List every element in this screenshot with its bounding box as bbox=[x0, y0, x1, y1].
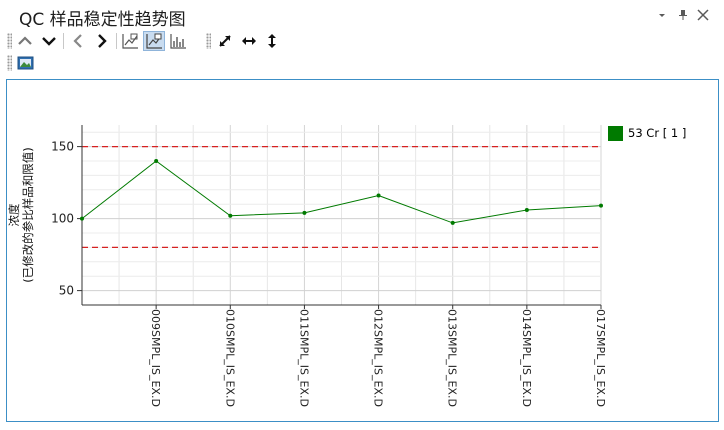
x-tick-label: 011SMPL_IS_EX.D bbox=[297, 309, 310, 407]
trend-chart[interactable]: 50100150 009SMPL_IS_EX.D 010SMPL_IS_EX.D 0… bbox=[0, 0, 724, 430]
y-tick-label: 50 bbox=[59, 284, 74, 298]
x-tick-labels: 009SMPL_IS_EX.D 010SMPL_IS_EX.D 011SMPL_IS… bbox=[149, 309, 607, 407]
y-tick-labels: 50 100 150 bbox=[51, 140, 74, 298]
data-point bbox=[450, 220, 455, 225]
data-point bbox=[80, 216, 84, 221]
data-point bbox=[376, 193, 381, 198]
legend-label: 53 Cr [ 1 ] bbox=[628, 126, 687, 140]
y-tick-label: 100 bbox=[51, 212, 74, 226]
data-point bbox=[599, 203, 603, 208]
y-tick-label: 150 bbox=[51, 140, 74, 154]
x-tick-label: 013SMPL_IS_EX.D bbox=[446, 309, 459, 407]
x-tick-label: 014SMPL_IS_EX.D bbox=[520, 309, 533, 407]
chart-legend[interactable]: 53 Cr [ 1 ] bbox=[608, 124, 686, 142]
chart-axes bbox=[77, 125, 602, 309]
y-axis-label-line: (已修改的参比样品和限值) bbox=[21, 147, 35, 282]
data-point bbox=[302, 210, 307, 215]
data-point bbox=[154, 159, 159, 163]
data-point bbox=[524, 207, 529, 212]
y-axis-label-line: 浓度 bbox=[7, 203, 21, 226]
chart-grid bbox=[81, 125, 602, 305]
legend-swatch bbox=[608, 125, 623, 141]
x-tick-label: 012SMPL_IS_EX.D bbox=[372, 309, 385, 407]
y-axis-label: 浓度 (已修改的参比样品和限值) bbox=[7, 147, 35, 282]
x-tick-label: 010SMPL_IS_EX.D bbox=[223, 309, 236, 407]
x-tick-label: 009SMPL_IS_EX.D bbox=[149, 309, 162, 407]
x-tick-label: 017SMPL_IS_EX.D bbox=[594, 309, 607, 407]
data-point bbox=[228, 213, 233, 218]
